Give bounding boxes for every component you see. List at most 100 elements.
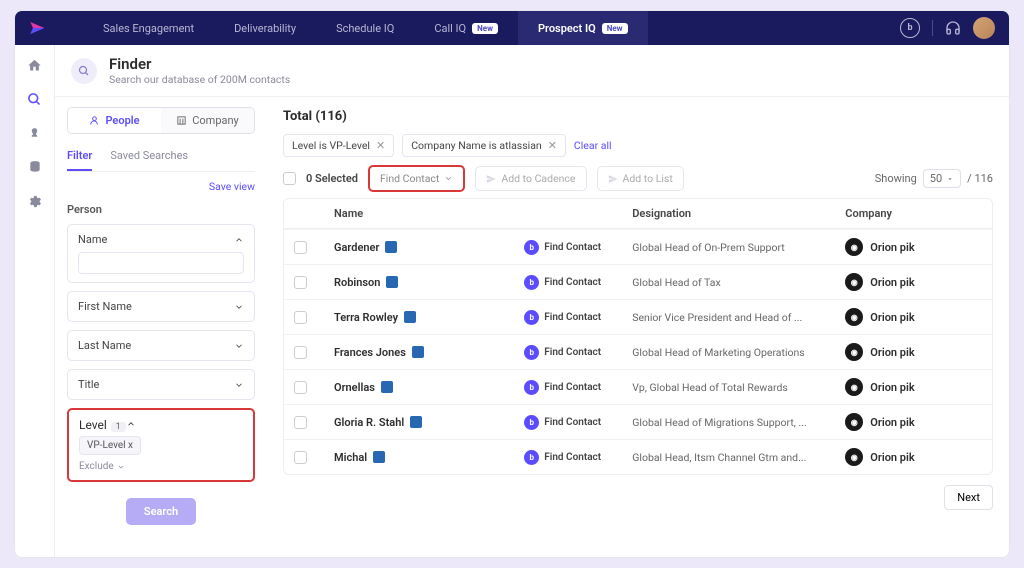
linkedin-icon[interactable] xyxy=(385,241,397,253)
usage-icon[interactable]: b xyxy=(900,18,920,38)
find-contact-row-button[interactable]: bFind Contact xyxy=(524,415,624,430)
row-designation: Global Head of Tax xyxy=(632,276,837,289)
select-all-checkbox[interactable] xyxy=(283,172,296,185)
row-company[interactable]: ◉Orion pik xyxy=(845,343,982,361)
database-icon[interactable] xyxy=(27,159,43,175)
row-checkbox[interactable] xyxy=(294,311,307,324)
filter-tab[interactable]: Filter xyxy=(67,142,92,171)
send-icon xyxy=(608,174,618,184)
row-name[interactable]: Gloria R. Stahl xyxy=(334,416,516,429)
search-button[interactable]: Search xyxy=(126,498,196,525)
linkedin-icon[interactable] xyxy=(404,311,416,323)
page-header: Finder Search our database of 200M conta… xyxy=(55,45,1009,97)
user-avatar[interactable] xyxy=(973,17,995,39)
level-chip[interactable]: VP-Level x xyxy=(79,436,141,455)
find-contact-button[interactable]: Find Contact xyxy=(368,165,465,192)
remove-chip-icon[interactable]: ✕ xyxy=(548,139,557,152)
row-company[interactable]: ◉Orion pik xyxy=(845,308,982,326)
exclude-link[interactable]: Exclude xyxy=(79,461,243,472)
page-size-select[interactable]: 50 xyxy=(923,169,961,188)
row-name[interactable]: Robinson xyxy=(334,276,516,289)
add-cadence-button[interactable]: Add to Cadence xyxy=(475,166,586,191)
row-name[interactable]: Michal xyxy=(334,451,516,464)
row-checkbox[interactable] xyxy=(294,346,307,359)
company-logo-icon: ◉ xyxy=(845,448,863,466)
chevron-up-icon xyxy=(126,419,136,429)
app-logo xyxy=(29,20,45,36)
saved-searches-tab[interactable]: Saved Searches xyxy=(110,142,188,171)
row-company[interactable]: ◉Orion pik xyxy=(845,378,982,396)
nav-call-iq[interactable]: Call IQNew xyxy=(414,11,518,45)
nav-sales-engagement[interactable]: Sales Engagement xyxy=(83,11,214,45)
find-contact-row-button[interactable]: bFind Contact xyxy=(524,380,624,395)
total-count: Total (116) xyxy=(283,109,993,124)
last-name-filter[interactable]: Last Name xyxy=(67,330,255,361)
find-contact-row-button[interactable]: bFind Contact xyxy=(524,450,624,465)
row-checkbox[interactable] xyxy=(294,276,307,289)
row-designation: Global Head, Itsm Channel Gtm and... xyxy=(632,451,837,464)
linkedin-icon[interactable] xyxy=(373,451,385,463)
table-row: Terra Rowley bFind ContactSenior Vice Pr… xyxy=(284,299,992,334)
company-logo-icon: ◉ xyxy=(845,343,863,361)
clear-all-link[interactable]: Clear all xyxy=(574,139,612,152)
finder-icon xyxy=(71,58,97,84)
table-row: Gloria R. Stahl bFind ContactGlobal Head… xyxy=(284,404,992,439)
save-view-link[interactable]: Save view xyxy=(67,180,255,193)
search-icon[interactable] xyxy=(27,91,43,107)
row-company[interactable]: ◉Orion pik xyxy=(845,238,982,256)
find-icon: b xyxy=(524,275,539,290)
find-contact-row-button[interactable]: bFind Contact xyxy=(524,345,624,360)
nav-deliverability[interactable]: Deliverability xyxy=(214,11,316,45)
results-table: Name Designation Company Gardener bFind … xyxy=(283,198,993,475)
chevron-down-icon xyxy=(117,463,125,471)
linkedin-icon[interactable] xyxy=(386,276,398,288)
people-toggle[interactable]: People xyxy=(68,108,161,133)
company-toggle[interactable]: Company xyxy=(161,108,254,133)
top-nav: Sales Engagement Deliverability Schedule… xyxy=(15,11,1009,45)
nav-prospect-iq[interactable]: Prospect IQNew xyxy=(518,11,648,45)
row-name[interactable]: Ornellas xyxy=(334,381,516,394)
showing-label: Showing xyxy=(875,172,917,185)
row-company[interactable]: ◉Orion pik xyxy=(845,273,982,291)
row-company[interactable]: ◉Orion pik xyxy=(845,448,982,466)
prospect-icon[interactable] xyxy=(27,125,43,141)
title-filter[interactable]: Title xyxy=(67,369,255,400)
nav-schedule-iq[interactable]: Schedule IQ xyxy=(316,11,414,45)
row-checkbox[interactable] xyxy=(294,451,307,464)
active-filter-chip[interactable]: Level is VP-Level✕ xyxy=(283,134,394,157)
new-badge: New xyxy=(472,23,498,34)
name-filter[interactable]: Name xyxy=(67,224,255,283)
row-designation: Global Head of On-Prem Support xyxy=(632,241,837,254)
page-title: Finder xyxy=(109,55,290,73)
col-name: Name xyxy=(334,207,516,220)
linkedin-icon[interactable] xyxy=(381,381,393,393)
find-icon: b xyxy=(524,380,539,395)
home-icon[interactable] xyxy=(27,57,43,73)
find-contact-row-button[interactable]: bFind Contact xyxy=(524,275,624,290)
name-input[interactable] xyxy=(78,252,244,274)
next-button[interactable]: Next xyxy=(944,485,993,510)
row-checkbox[interactable] xyxy=(294,241,307,254)
filter-count-badge: 1 xyxy=(111,422,126,432)
active-filter-chip[interactable]: Company Name is atlassian✕ xyxy=(402,134,566,157)
row-designation: Vp, Global Head of Total Rewards xyxy=(632,381,837,394)
caret-down-icon xyxy=(946,175,954,183)
linkedin-icon[interactable] xyxy=(412,346,424,358)
first-name-filter[interactable]: First Name xyxy=(67,291,255,322)
linkedin-icon[interactable] xyxy=(410,416,422,428)
find-icon: b xyxy=(524,310,539,325)
headset-icon[interactable] xyxy=(945,20,961,36)
row-name[interactable]: Terra Rowley xyxy=(334,311,516,324)
add-list-button[interactable]: Add to List xyxy=(597,166,684,191)
row-company[interactable]: ◉Orion pik xyxy=(845,413,982,431)
chevron-down-icon xyxy=(444,174,453,183)
level-filter[interactable]: Level1 VP-Level x Exclude xyxy=(67,408,255,482)
row-checkbox[interactable] xyxy=(294,381,307,394)
find-contact-row-button[interactable]: bFind Contact xyxy=(524,240,624,255)
row-name[interactable]: Gardener xyxy=(334,241,516,254)
row-checkbox[interactable] xyxy=(294,416,307,429)
settings-icon[interactable] xyxy=(27,193,43,209)
remove-chip-icon[interactable]: ✕ xyxy=(376,139,385,152)
find-contact-row-button[interactable]: bFind Contact xyxy=(524,310,624,325)
row-name[interactable]: Frances Jones xyxy=(334,346,516,359)
